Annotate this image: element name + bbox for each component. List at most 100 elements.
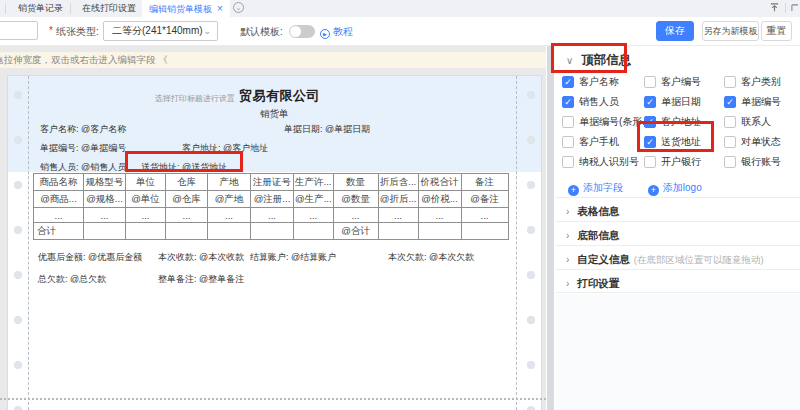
table-cell[interactable]: ... xyxy=(418,208,461,223)
table-cell[interactable]: ... xyxy=(208,208,251,223)
table-cell[interactable]: ... xyxy=(333,208,378,223)
footer-field[interactable]: 本次欠款: @本次欠款 xyxy=(388,251,474,264)
footer-field[interactable]: 结算账户: @结算账户 xyxy=(250,251,336,264)
paper-preview[interactable]: 选择打印标题进行设置 贸易有限公司 销货单 客户名称: @客户名称 单据日期: … xyxy=(8,76,541,410)
table-cell[interactable]: 折后含... xyxy=(378,174,418,191)
checkbox-客户类别[interactable]: 客户类别 xyxy=(724,72,800,92)
table-cell[interactable]: ... xyxy=(34,208,84,223)
checkbox-checked-icon[interactable]: ✓ xyxy=(562,76,574,88)
table-cell[interactable]: 生产许... xyxy=(294,174,334,191)
checkbox-客户名称[interactable]: ✓客户名称 xyxy=(562,72,644,92)
partial-icon[interactable] xyxy=(791,2,798,13)
table-cell[interactable] xyxy=(461,223,508,240)
save-as-new-template-button[interactable]: 另存为新模板 xyxy=(702,21,759,41)
tutorial-link[interactable]: ▶教程 xyxy=(320,25,353,39)
checkbox-纳税人识别号[interactable]: 纳税人识别号 xyxy=(562,152,644,172)
field-bill-no[interactable]: 单据编号: @单据编号 xyxy=(40,142,126,155)
scrollbar[interactable] xyxy=(547,46,554,410)
collapse-up-icon[interactable] xyxy=(769,2,780,13)
default-template-toggle[interactable] xyxy=(289,25,315,38)
table-cell[interactable]: @注册... xyxy=(251,191,294,208)
footer-field[interactable]: 整单备注: @整单备注 xyxy=(158,273,244,286)
checkbox-单据编号(条形...[interactable]: 单据编号(条形... xyxy=(562,112,644,132)
checkbox-unchecked-icon[interactable] xyxy=(562,156,574,168)
table-cell[interactable]: 注册证号 xyxy=(251,174,294,191)
goods-table[interactable]: 商品名称规格型号单位仓库产地注册证号生产许...数量折后含...价税合计备注@商… xyxy=(33,173,509,240)
table-cell[interactable] xyxy=(126,223,166,240)
table-cell[interactable] xyxy=(166,223,208,240)
table-cell[interactable]: @单位 xyxy=(126,191,166,208)
reset-button[interactable]: 重置 xyxy=(761,21,792,41)
table-cell[interactable]: @折后... xyxy=(378,191,418,208)
template-name-input[interactable] xyxy=(0,21,38,40)
tab-online-print-settings[interactable]: 在线打印设置 xyxy=(82,0,136,17)
table-cell[interactable]: 仓库 xyxy=(166,174,208,191)
table-cell[interactable]: 合计 xyxy=(34,223,84,240)
field-bill-date[interactable]: 单据日期: @单据日期 xyxy=(284,123,370,136)
checkbox-销售人员[interactable]: ✓销售人员 xyxy=(562,92,644,112)
table-cell[interactable]: 产地 xyxy=(208,174,251,191)
table-cell[interactable]: ... xyxy=(251,208,294,223)
title-select-hint[interactable]: 选择打印标题进行设置 xyxy=(155,93,235,104)
table-cell[interactable]: @规格... xyxy=(84,191,126,208)
save-button[interactable]: 保存 xyxy=(656,21,694,41)
checkbox-unchecked-icon[interactable] xyxy=(562,116,574,128)
close-tab-icon[interactable]: × xyxy=(217,3,223,14)
table-cell[interactable]: @生产... xyxy=(294,191,334,208)
checkbox-银行账号[interactable]: 银行账号 xyxy=(724,152,800,172)
table-cell[interactable]: @价税... xyxy=(418,191,461,208)
table-cell[interactable]: @数量 xyxy=(333,191,378,208)
checkbox-checked-icon[interactable]: ✓ xyxy=(724,96,736,108)
table-cell[interactable]: @仓库 xyxy=(166,191,208,208)
table-cell[interactable]: ... xyxy=(378,208,418,223)
checkbox-unchecked-icon[interactable] xyxy=(562,136,574,148)
checkbox-单据编号[interactable]: ✓单据编号 xyxy=(724,92,800,112)
section-打印设置[interactable]: ›打印设置 xyxy=(556,269,800,293)
footer-field[interactable]: 优惠后金额: @优惠后金额 xyxy=(38,251,142,264)
section-自定义信息[interactable]: ›自定义信息(在底部区域位置可以随意拖动) xyxy=(556,245,800,269)
section-底部信息[interactable]: ›底部信息 xyxy=(556,221,800,245)
table-cell[interactable]: 单位 xyxy=(126,174,166,191)
paper-type-select[interactable]: 二等分(241*140mm)⌄ xyxy=(103,21,218,41)
checkbox-开户银行[interactable]: 开户银行 xyxy=(644,152,724,172)
table-cell[interactable] xyxy=(294,223,334,240)
checkbox-unchecked-icon[interactable] xyxy=(724,156,736,168)
checkbox-单据日期[interactable]: ✓单据日期 xyxy=(644,92,724,112)
table-cell[interactable] xyxy=(378,223,418,240)
checkbox-checked-icon[interactable]: ✓ xyxy=(644,96,656,108)
add-logo-link[interactable]: +添加logo xyxy=(648,182,702,193)
checkbox-checked-icon[interactable]: ✓ xyxy=(562,96,574,108)
checkbox-客户手机[interactable]: 客户手机 xyxy=(562,132,644,152)
table-cell[interactable]: 商品名称 xyxy=(34,174,84,191)
add-field-link[interactable]: +添加字段 xyxy=(568,182,623,193)
table-cell[interactable]: @产地 xyxy=(208,191,251,208)
checkbox-unchecked-icon[interactable] xyxy=(724,136,736,148)
section-表格信息[interactable]: ›表格信息 xyxy=(556,197,800,221)
tab-list-dropdown-icon[interactable]: ⌄ xyxy=(233,2,244,13)
table-cell[interactable]: ... xyxy=(294,208,334,223)
field-customer-name[interactable]: 客户名称: @客户名称 xyxy=(40,123,126,136)
table-cell[interactable] xyxy=(418,223,461,240)
table-cell[interactable]: 数量 xyxy=(333,174,378,191)
checkbox-unchecked-icon[interactable] xyxy=(724,76,736,88)
table-cell[interactable]: @商品... xyxy=(34,191,84,208)
footer-field[interactable]: 本次收款: @本次收款 xyxy=(158,251,244,264)
table-cell[interactable]: ... xyxy=(461,208,508,223)
table-cell[interactable]: 价税合计 xyxy=(418,174,461,191)
checkbox-unchecked-icon[interactable] xyxy=(644,76,656,88)
checkbox-unchecked-icon[interactable] xyxy=(644,156,656,168)
table-cell[interactable]: 规格型号 xyxy=(84,174,126,191)
table-cell[interactable]: @合计 xyxy=(333,223,378,240)
table-cell[interactable]: ... xyxy=(126,208,166,223)
table-cell[interactable] xyxy=(208,223,251,240)
table-cell[interactable] xyxy=(251,223,294,240)
tab-sales-records[interactable]: 销货单记录 xyxy=(18,0,63,17)
table-cell[interactable]: @备注 xyxy=(461,191,508,208)
checkbox-unchecked-icon[interactable] xyxy=(724,116,736,128)
table-cell[interactable]: ... xyxy=(84,208,126,223)
company-title[interactable]: 贸易有限公司 xyxy=(239,87,320,105)
table-cell[interactable] xyxy=(84,223,126,240)
checkbox-联系人[interactable]: 联系人 xyxy=(724,112,800,132)
tab-edit-template[interactable]: 编辑销货单模板× xyxy=(142,0,230,17)
checkbox-对单状态[interactable]: 对单状态 xyxy=(724,132,800,152)
